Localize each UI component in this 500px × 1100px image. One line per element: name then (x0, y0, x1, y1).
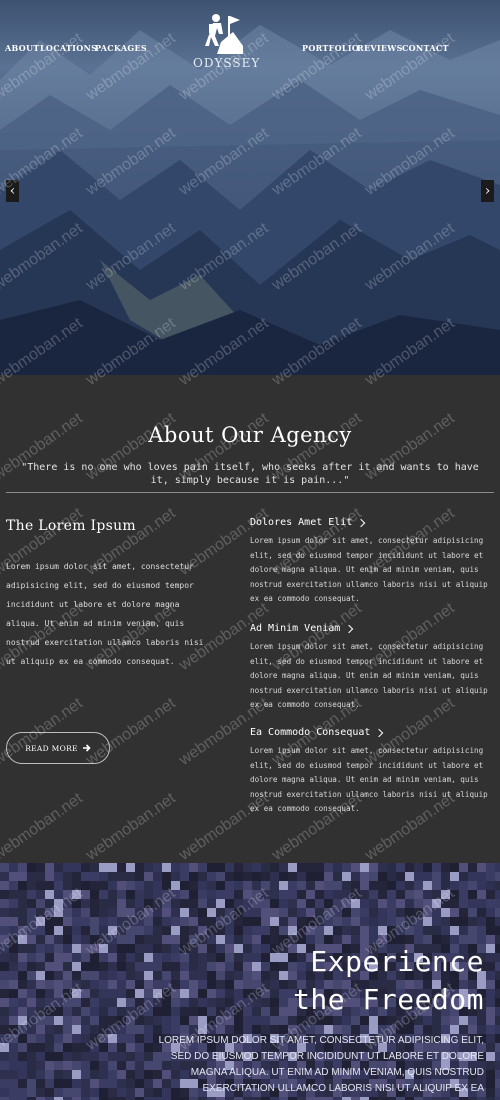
experience-text: LOREM IPSUM DOLOR SIT AMET, CONSECTETUR … (158, 1035, 484, 1094)
about-quote: "There is no one who loves pain itself, … (21, 462, 479, 486)
read-more-button[interactable]: READ MORE (6, 732, 110, 764)
experience-title-line1: Experience (310, 945, 484, 978)
divider (6, 492, 494, 493)
nav-packages[interactable]: PACKAGES (95, 43, 147, 53)
lorem-heading: The Lorem Ipsum (6, 518, 136, 534)
chevron-right-icon: › (484, 183, 491, 199)
chevron-right-icon (375, 728, 384, 737)
about-title: About Our Agency (148, 423, 352, 447)
nav-about[interactable]: ABOUT (5, 43, 40, 53)
logo-text: ODYSSEY (193, 56, 261, 70)
feature-title-link[interactable]: Ad Minim Veniam (250, 623, 492, 634)
chevron-right-icon (357, 518, 366, 527)
feature-item: Ad Minim Veniam Lorem ipsum dolor sit am… (250, 623, 492, 713)
experience-title-line2: the Freedom (293, 983, 484, 1016)
feature-item: Dolores Amet Elit Lorem ipsum dolor sit … (250, 517, 492, 607)
feature-text: Lorem ipsum dolor sit amet, consectetur … (250, 642, 488, 709)
slider-next-button[interactable]: › (481, 180, 494, 202)
nav-portfolio[interactable]: PORTFOLIO (302, 43, 359, 53)
read-more-label: READ MORE (25, 743, 78, 753)
slider-prev-button[interactable]: ‹ (6, 180, 19, 202)
nav-reviews[interactable]: REVIEWS (357, 43, 403, 53)
feature-text: Lorem ipsum dolor sit amet, consectetur … (250, 536, 488, 603)
arrow-right-icon (82, 744, 91, 752)
feature-text: Lorem ipsum dolor sit amet, consectetur … (250, 746, 488, 813)
feature-title: Ea Commodo Consequat (250, 727, 371, 738)
experience-section: Experience the Freedom LOREM IPSUM DOLOR… (0, 863, 500, 1100)
feature-title: Ad Minim Veniam (250, 623, 341, 634)
lorem-paragraph: Lorem ipsum dolor sit amet, consectetur … (6, 562, 204, 666)
nav-contact[interactable]: CONTACT (402, 43, 449, 53)
feature-title-link[interactable]: Ea Commodo Consequat (250, 727, 492, 738)
feature-item: Ea Commodo Consequat Lorem ipsum dolor s… (250, 727, 492, 817)
experience-title: Experience the Freedom (293, 943, 484, 1019)
hero-slider: ABOUT LOCATIONS PACKAGES ODYSSEY PORTFOL… (0, 0, 500, 375)
chevron-left-icon: ‹ (9, 183, 16, 199)
feature-title-link[interactable]: Dolores Amet Elit (250, 517, 492, 528)
hiker-flag-icon (205, 14, 243, 54)
nav-locations[interactable]: LOCATIONS (40, 43, 97, 53)
chevron-right-icon (345, 624, 354, 633)
logo[interactable]: ODYSSEY (193, 12, 261, 74)
about-section: About Our Agency "There is no one who lo… (0, 375, 500, 863)
feature-title: Dolores Amet Elit (250, 517, 353, 528)
